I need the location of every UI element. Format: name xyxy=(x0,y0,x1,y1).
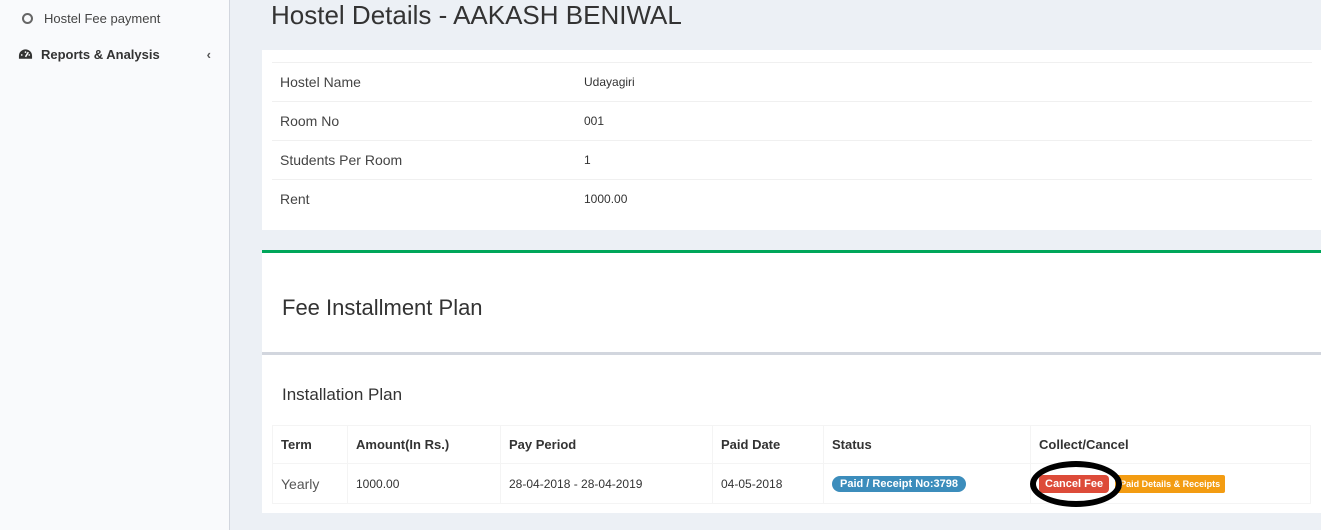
action-group: Cancel Fee Paid Details & Receipts xyxy=(1030,460,1310,507)
hostel-details-box: Hostel Name Udayagiri Room No 001 Studen… xyxy=(262,50,1321,230)
section-subtitle: Installation Plan xyxy=(282,385,403,404)
sidebar-item-label: Hostel Fee payment xyxy=(44,10,161,26)
table-row: Hostel Name Udayagiri xyxy=(272,62,1312,102)
chevron-left-icon[interactable]: ‹ xyxy=(207,47,211,62)
table-row: Yearly 1000.00 28-04-2018 - 28-04-2019 0… xyxy=(272,460,1311,507)
sidebar-item-reports-analysis[interactable]: Reports & Analysis ‹ xyxy=(0,44,229,64)
page-title: Hostel Details - AAKASH BENIWAL xyxy=(271,0,682,30)
sidebar-item-label: Reports & Analysis xyxy=(41,46,160,62)
column-header: Amount(In Rs.) xyxy=(347,425,501,464)
column-header: Term xyxy=(272,425,348,464)
table-row: Students Per Room 1 xyxy=(272,140,1312,180)
detail-label: Hostel Name xyxy=(272,62,584,102)
paid-details-receipts-button[interactable]: Paid Details & Receipts xyxy=(1115,474,1226,493)
sidebar: Hostel Fee payment Reports & Analysis ‹ xyxy=(0,0,230,530)
status-badge: Paid / Receipt No:3798 xyxy=(832,475,966,492)
detail-value: Udayagiri xyxy=(584,62,1312,102)
detail-label: Students Per Room xyxy=(272,140,584,180)
column-header: Status xyxy=(823,425,1031,464)
detail-label: Room No xyxy=(272,101,584,141)
term-cell: Yearly xyxy=(272,463,348,504)
sidebar-item-hostel-fee-payment[interactable]: Hostel Fee payment xyxy=(0,8,229,28)
table-header-row: Term Amount(In Rs.) Pay Period Paid Date… xyxy=(272,425,1311,464)
fee-installment-box: Fee Installment Plan Installation Plan T… xyxy=(262,250,1321,513)
cancel-fee-button[interactable]: Cancel Fee xyxy=(1039,474,1110,493)
table-row: Room No 001 xyxy=(272,101,1312,141)
column-header: Paid Date xyxy=(712,425,824,464)
detail-value: 1 xyxy=(584,140,1312,180)
circle-icon xyxy=(22,12,33,24)
status-cell: Paid / Receipt No:3798 xyxy=(823,463,1031,504)
amount-cell: 1000.00 xyxy=(347,463,501,504)
dashboard-icon xyxy=(18,49,33,59)
column-header: Pay Period xyxy=(500,425,713,464)
paid-date-cell: 04-05-2018 xyxy=(712,463,824,504)
box-title: Fee Installment Plan xyxy=(282,295,483,320)
detail-label: Rent xyxy=(272,179,584,219)
pay-period-cell: 28-04-2018 - 28-04-2019 xyxy=(500,463,713,504)
detail-value: 001 xyxy=(584,101,1312,141)
detail-value: 1000.00 xyxy=(584,179,1312,219)
divider xyxy=(262,352,1321,355)
table-row: Rent 1000.00 xyxy=(272,179,1312,219)
installment-table: Term Amount(In Rs.) Pay Period Paid Date… xyxy=(272,425,1311,507)
hostel-details-table: Hostel Name Udayagiri Room No 001 Studen… xyxy=(272,62,1312,219)
main-content: Hostel Details - AAKASH BENIWAL Hostel N… xyxy=(231,0,1321,530)
column-header: Collect/Cancel xyxy=(1030,425,1311,464)
collect-cancel-cell: Cancel Fee Paid Details & Receipts xyxy=(1030,460,1311,507)
